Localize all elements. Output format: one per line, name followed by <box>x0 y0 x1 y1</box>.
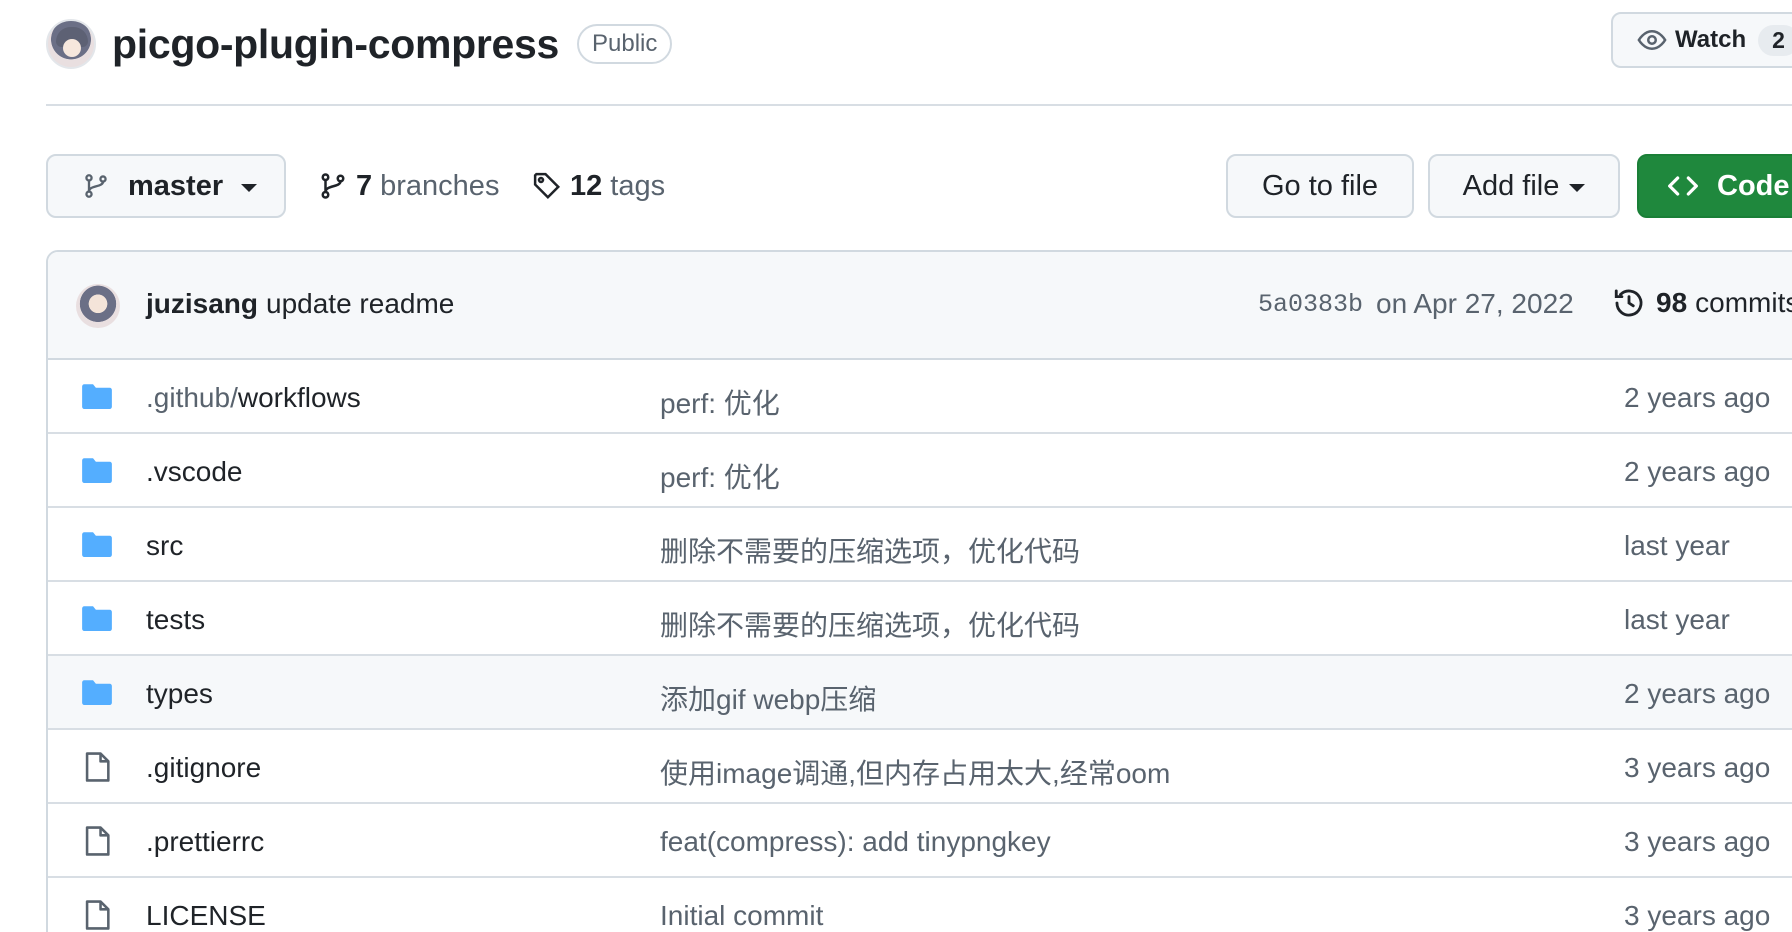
file-row[interactable]: .github/workflows perf: 优化 2 years ago <box>48 360 1792 434</box>
folder-icon <box>80 602 114 636</box>
file-commit-message[interactable]: 使用image调通,但内存占用太大,经常oom <box>660 752 1170 792</box>
commit-message[interactable]: update readme <box>266 288 454 320</box>
code-button[interactable]: Code <box>1637 154 1792 218</box>
file-commit-message[interactable]: 删除不需要的压缩选项，优化代码 <box>660 604 1080 644</box>
file-age: 2 years ago <box>1624 678 1771 709</box>
git-branch-icon <box>321 173 345 199</box>
chevron-down-icon <box>1569 184 1586 192</box>
file-name-link[interactable]: LICENSE <box>146 900 266 932</box>
branches-link[interactable]: 7 branches <box>318 154 499 218</box>
tags-label: tags <box>610 169 666 202</box>
file-age: 3 years ago <box>1624 900 1771 931</box>
latest-commit-bar: juzisang update readme 5a0383b on Apr 27… <box>48 252 1792 360</box>
file-commit-message[interactable]: perf: 优化 <box>660 456 780 496</box>
watch-label: Watch <box>1675 26 1747 53</box>
file-commit-message[interactable]: Initial commit <box>660 900 823 932</box>
branch-name: master <box>128 169 224 202</box>
file-age: last year <box>1624 530 1730 561</box>
file-row[interactable]: types 添加gif webp压缩 2 years ago <box>48 656 1792 730</box>
file-row[interactable]: tests 删除不需要的压缩选项，优化代码 last year <box>48 582 1792 656</box>
folder-icon <box>80 380 114 414</box>
tags-link[interactable]: 12 tags <box>532 154 665 218</box>
file-row[interactable]: .vscode perf: 优化 2 years ago <box>48 434 1792 508</box>
file-name[interactable]: tests <box>146 604 205 635</box>
file-icon <box>80 898 114 932</box>
code-label: Code <box>1717 169 1790 202</box>
commit-history-link[interactable]: 98 commits <box>1612 286 1792 320</box>
repo-toolbar: master 7 branches 12 tags Go to file Add… <box>46 154 1792 218</box>
file-age: last year <box>1624 604 1730 635</box>
file-icon <box>80 824 114 858</box>
file-name[interactable]: src <box>146 530 183 561</box>
branch-select-button[interactable]: master <box>46 154 286 218</box>
file-row[interactable]: .prettierrc feat(compress): add tinypngke… <box>48 804 1792 878</box>
file-name[interactable]: .gitignore <box>146 752 261 783</box>
add-file-button[interactable]: Add file <box>1428 154 1620 218</box>
git-branch-icon <box>85 174 107 198</box>
history-icon <box>1614 289 1643 317</box>
file-name[interactable]: workflows <box>238 382 361 413</box>
branches-count: 7 <box>356 169 373 202</box>
file-row[interactable]: .gitignore 使用image调通,但内存占用太大,经常oom 3 years… <box>48 730 1792 804</box>
file-name[interactable]: types <box>146 678 213 709</box>
branches-label: branches <box>380 169 500 202</box>
file-commit-message[interactable]: 添加gif webp压缩 <box>660 678 876 718</box>
avatar[interactable] <box>76 284 120 328</box>
commit-count-label: commits <box>1695 287 1792 318</box>
file-name[interactable]: .vscode <box>146 456 243 487</box>
file-age: 2 years ago <box>1624 382 1771 413</box>
folder-icon <box>80 528 114 562</box>
chevron-down-icon <box>241 184 258 192</box>
watch-count: 2 <box>1758 24 1792 56</box>
repo-header: picgo-plugin-compress Public <box>46 16 673 72</box>
file-name-link[interactable]: src <box>146 530 183 562</box>
commit-count: 98 <box>1656 287 1688 318</box>
file-age: 3 years ago <box>1624 826 1771 857</box>
file-age: 2 years ago <box>1624 456 1771 487</box>
eye-icon <box>1637 29 1667 51</box>
visibility-badge: Public <box>577 24 673 64</box>
file-browser: juzisang update readme 5a0383b on Apr 27… <box>46 250 1792 932</box>
file-name-link[interactable]: .github/workflows <box>146 382 361 414</box>
file-commit-message[interactable]: perf: 优化 <box>660 382 780 422</box>
commit-author[interactable]: juzisang <box>146 288 258 320</box>
tag-icon <box>533 172 561 200</box>
file-name-link[interactable]: .vscode <box>146 456 243 488</box>
file-name-link[interactable]: types <box>146 678 213 710</box>
file-path-prefix[interactable]: .github/ <box>146 382 238 413</box>
file-age: 3 years ago <box>1624 752 1771 783</box>
file-icon <box>80 750 114 784</box>
file-row[interactable]: src 删除不需要的压缩选项，优化代码 last year <box>48 508 1792 582</box>
code-icon <box>1668 176 1698 196</box>
header-divider <box>46 104 1792 106</box>
repo-title[interactable]: picgo-plugin-compress <box>112 21 559 68</box>
file-name[interactable]: LICENSE <box>146 900 266 931</box>
file-name-link[interactable]: tests <box>146 604 205 636</box>
file-name-link[interactable]: .prettierrc <box>146 826 264 858</box>
tags-count: 12 <box>570 169 603 202</box>
file-commit-message[interactable]: feat(compress): add tinypngkey <box>660 826 1051 858</box>
file-row[interactable]: LICENSE Initial commit 3 years ago <box>48 878 1792 932</box>
commit-date: on Apr 27, 2022 <box>1376 288 1574 319</box>
file-name-link[interactable]: .gitignore <box>146 752 261 784</box>
folder-icon <box>80 454 114 488</box>
file-name[interactable]: .prettierrc <box>146 826 264 857</box>
add-file-label: Add file <box>1462 169 1560 202</box>
repo-page: picgo-plugin-compress Public Watch 2 mas… <box>0 0 1792 932</box>
owner-avatar[interactable] <box>46 19 96 69</box>
watch-button[interactable]: Watch 2 <box>1611 12 1792 68</box>
folder-icon <box>80 676 114 710</box>
commit-sha[interactable]: 5a0383b <box>1258 290 1363 319</box>
go-to-file-label: Go to file <box>1261 169 1379 202</box>
file-commit-message[interactable]: 删除不需要的压缩选项，优化代码 <box>660 530 1080 570</box>
go-to-file-button[interactable]: Go to file <box>1226 154 1414 218</box>
